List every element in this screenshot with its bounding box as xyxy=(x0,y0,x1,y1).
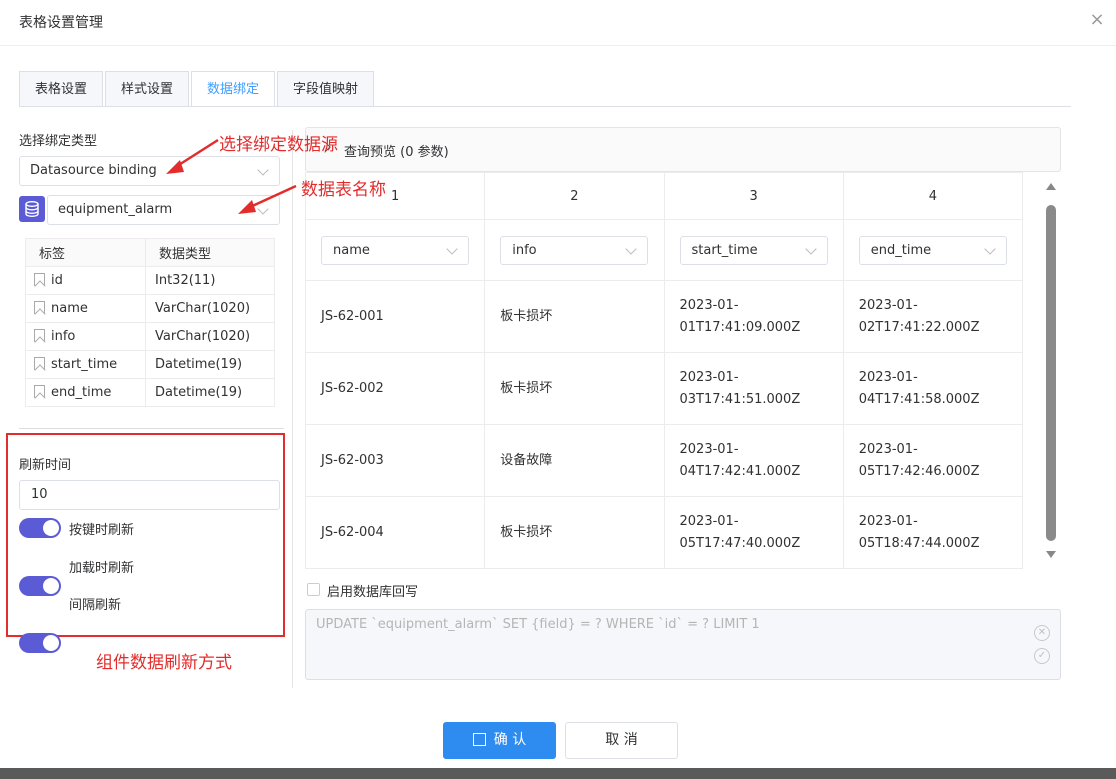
refresh-time-input[interactable]: 10 xyxy=(19,480,280,510)
dialog-title: 表格设置管理 xyxy=(19,15,103,31)
field-row[interactable]: name VarChar(1020) xyxy=(25,294,275,323)
field-name: name xyxy=(51,301,88,316)
field-row[interactable]: start_time Datetime(19) xyxy=(25,350,275,379)
clear-icon[interactable]: ✕ xyxy=(1034,625,1050,641)
field-name: end_time xyxy=(51,385,112,400)
table-cell: 2023-01- 04T17:42:41.000Z xyxy=(663,424,844,497)
field-name: info xyxy=(51,329,76,344)
refresh-time-label: 刷新时间 xyxy=(19,458,72,473)
left-divider xyxy=(19,428,284,429)
field-header-label: 标签 xyxy=(25,238,146,267)
annotation-refresh: 组件数据刷新方式 xyxy=(96,653,232,673)
sql-text: UPDATE `equipment_alarm` SET {field} = ?… xyxy=(316,617,760,632)
query-preview-title: 查询预览 (0 参数) xyxy=(344,145,449,160)
bookmark-icon xyxy=(34,273,45,286)
tab-data-binding[interactable]: 数据绑定 xyxy=(191,71,276,107)
field-list-table: 标签 数据类型 id Int32(11) name VarChar(1020) … xyxy=(25,238,275,407)
table-row: JS-62-002 板卡损坏 2023-01- 03T17:41:51.000Z… xyxy=(304,352,1024,425)
switch-key-refresh-label: 按键时刷新 xyxy=(69,523,135,538)
bookmark-icon xyxy=(34,301,45,314)
column-field-select[interactable]: info xyxy=(500,235,649,265)
column-header: 3 xyxy=(663,172,844,220)
bookmark-icon xyxy=(34,357,45,370)
field-type: Datetime(19) xyxy=(145,378,275,407)
field-type: VarChar(1020) xyxy=(145,322,275,351)
table-row: JS-62-003 设备故障 2023-01- 04T17:42:41.000Z… xyxy=(304,424,1024,497)
column-field-value: start_time xyxy=(691,242,758,258)
tab-style-settings[interactable]: 样式设置 xyxy=(105,71,190,107)
close-icon[interactable]: × xyxy=(1086,8,1108,32)
scrollbar-thumb[interactable] xyxy=(1046,205,1056,541)
table-cell: 2023-01- 02T17:41:22.000Z xyxy=(842,280,1024,353)
tab-table-settings[interactable]: 表格设置 xyxy=(19,71,104,107)
table-row: JS-62-004 板卡损坏 2023-01- 05T17:47:40.000Z… xyxy=(304,496,1024,569)
check-icon[interactable]: ✓ xyxy=(1034,648,1050,664)
table-cell: 2023-01- 05T17:42:46.000Z xyxy=(842,424,1024,497)
field-name: id xyxy=(51,273,63,288)
chevron-down-icon xyxy=(804,242,817,255)
table-cell: 2023-01- 03T17:41:51.000Z xyxy=(663,352,844,425)
edit-icon xyxy=(472,733,486,746)
writeback-label: 启用数据库回写 xyxy=(327,585,419,600)
writeback-checkbox[interactable] xyxy=(307,583,320,596)
bottom-bar xyxy=(0,768,1116,779)
dialog-header xyxy=(0,0,1116,46)
table-cell: JS-62-003 xyxy=(304,424,486,497)
table-cell: 板卡损坏 xyxy=(484,496,665,569)
column-field-value: end_time xyxy=(870,242,932,258)
field-type: VarChar(1020) xyxy=(145,294,275,323)
column-field-select[interactable]: name xyxy=(321,235,469,265)
switch-load-refresh-label: 加载时刷新 xyxy=(69,561,135,576)
column-field-value: name xyxy=(333,242,370,258)
table-cell: 2023-01- 04T17:41:58.000Z xyxy=(842,352,1024,425)
chevron-down-icon xyxy=(446,242,458,255)
database-icon xyxy=(19,196,45,222)
column-field-select[interactable]: end_time xyxy=(858,235,1007,265)
chevron-down-icon xyxy=(625,242,637,255)
binding-type-label: 选择绑定类型 xyxy=(19,134,98,149)
field-row[interactable]: id Int32(11) xyxy=(25,266,275,295)
field-row[interactable]: info VarChar(1020) xyxy=(25,322,275,351)
confirm-label: 确 认 xyxy=(493,732,527,748)
preview-grid: 1 2 3 4 name info start_time end_time JS… xyxy=(304,172,1024,569)
tab-bar: 表格设置 样式设置 数据绑定 字段值映射 xyxy=(19,71,376,107)
table-cell: 2023-01- 05T17:47:40.000Z xyxy=(663,496,844,569)
chevron-down-icon xyxy=(984,242,996,255)
field-type: Int32(11) xyxy=(145,266,275,295)
switch-interval-refresh-label: 间隔刷新 xyxy=(69,598,122,613)
field-header-type: 数据类型 xyxy=(145,238,275,267)
bookmark-icon xyxy=(34,385,45,398)
confirm-button[interactable]: 确 认 xyxy=(443,722,556,759)
annotation-datasource: 选择绑定数据源 xyxy=(219,135,338,155)
scroll-down-arrow[interactable] xyxy=(1046,551,1056,558)
tab-divider xyxy=(19,106,1071,107)
table-cell: 板卡损坏 xyxy=(484,280,665,353)
switch-key-refresh[interactable] xyxy=(19,518,61,538)
bookmark-icon xyxy=(34,329,45,342)
switch-interval-refresh[interactable] xyxy=(19,633,61,653)
switch-load-refresh[interactable] xyxy=(19,576,61,596)
table-cell: 板卡损坏 xyxy=(484,352,665,425)
scroll-up-arrow[interactable] xyxy=(1046,183,1056,190)
tab-field-mapping[interactable]: 字段值映射 xyxy=(277,71,375,107)
table-name-value: equipment_alarm xyxy=(58,202,173,217)
field-name: start_time xyxy=(51,357,118,372)
annotation-table: 数据表名称 xyxy=(301,180,386,200)
column-header: 4 xyxy=(842,172,1024,220)
binding-type-value: Datasource binding xyxy=(30,163,157,178)
column-header: 2 xyxy=(484,172,665,220)
table-cell: JS-62-004 xyxy=(304,496,486,569)
column-field-value: info xyxy=(512,242,537,258)
cancel-button[interactable]: 取 消 xyxy=(565,722,678,759)
column-field-select[interactable]: start_time xyxy=(679,235,828,265)
table-row: JS-62-001 板卡损坏 2023-01- 01T17:41:09.000Z… xyxy=(304,280,1024,353)
field-row[interactable]: end_time Datetime(19) xyxy=(25,378,275,407)
table-cell: 2023-01- 05T18:47:44.000Z xyxy=(842,496,1024,569)
table-cell: 设备故障 xyxy=(484,424,665,497)
table-cell: 2023-01- 01T17:41:09.000Z xyxy=(663,280,844,353)
table-cell: JS-62-002 xyxy=(304,352,486,425)
table-cell: JS-62-001 xyxy=(304,280,486,353)
field-type: Datetime(19) xyxy=(145,350,275,379)
